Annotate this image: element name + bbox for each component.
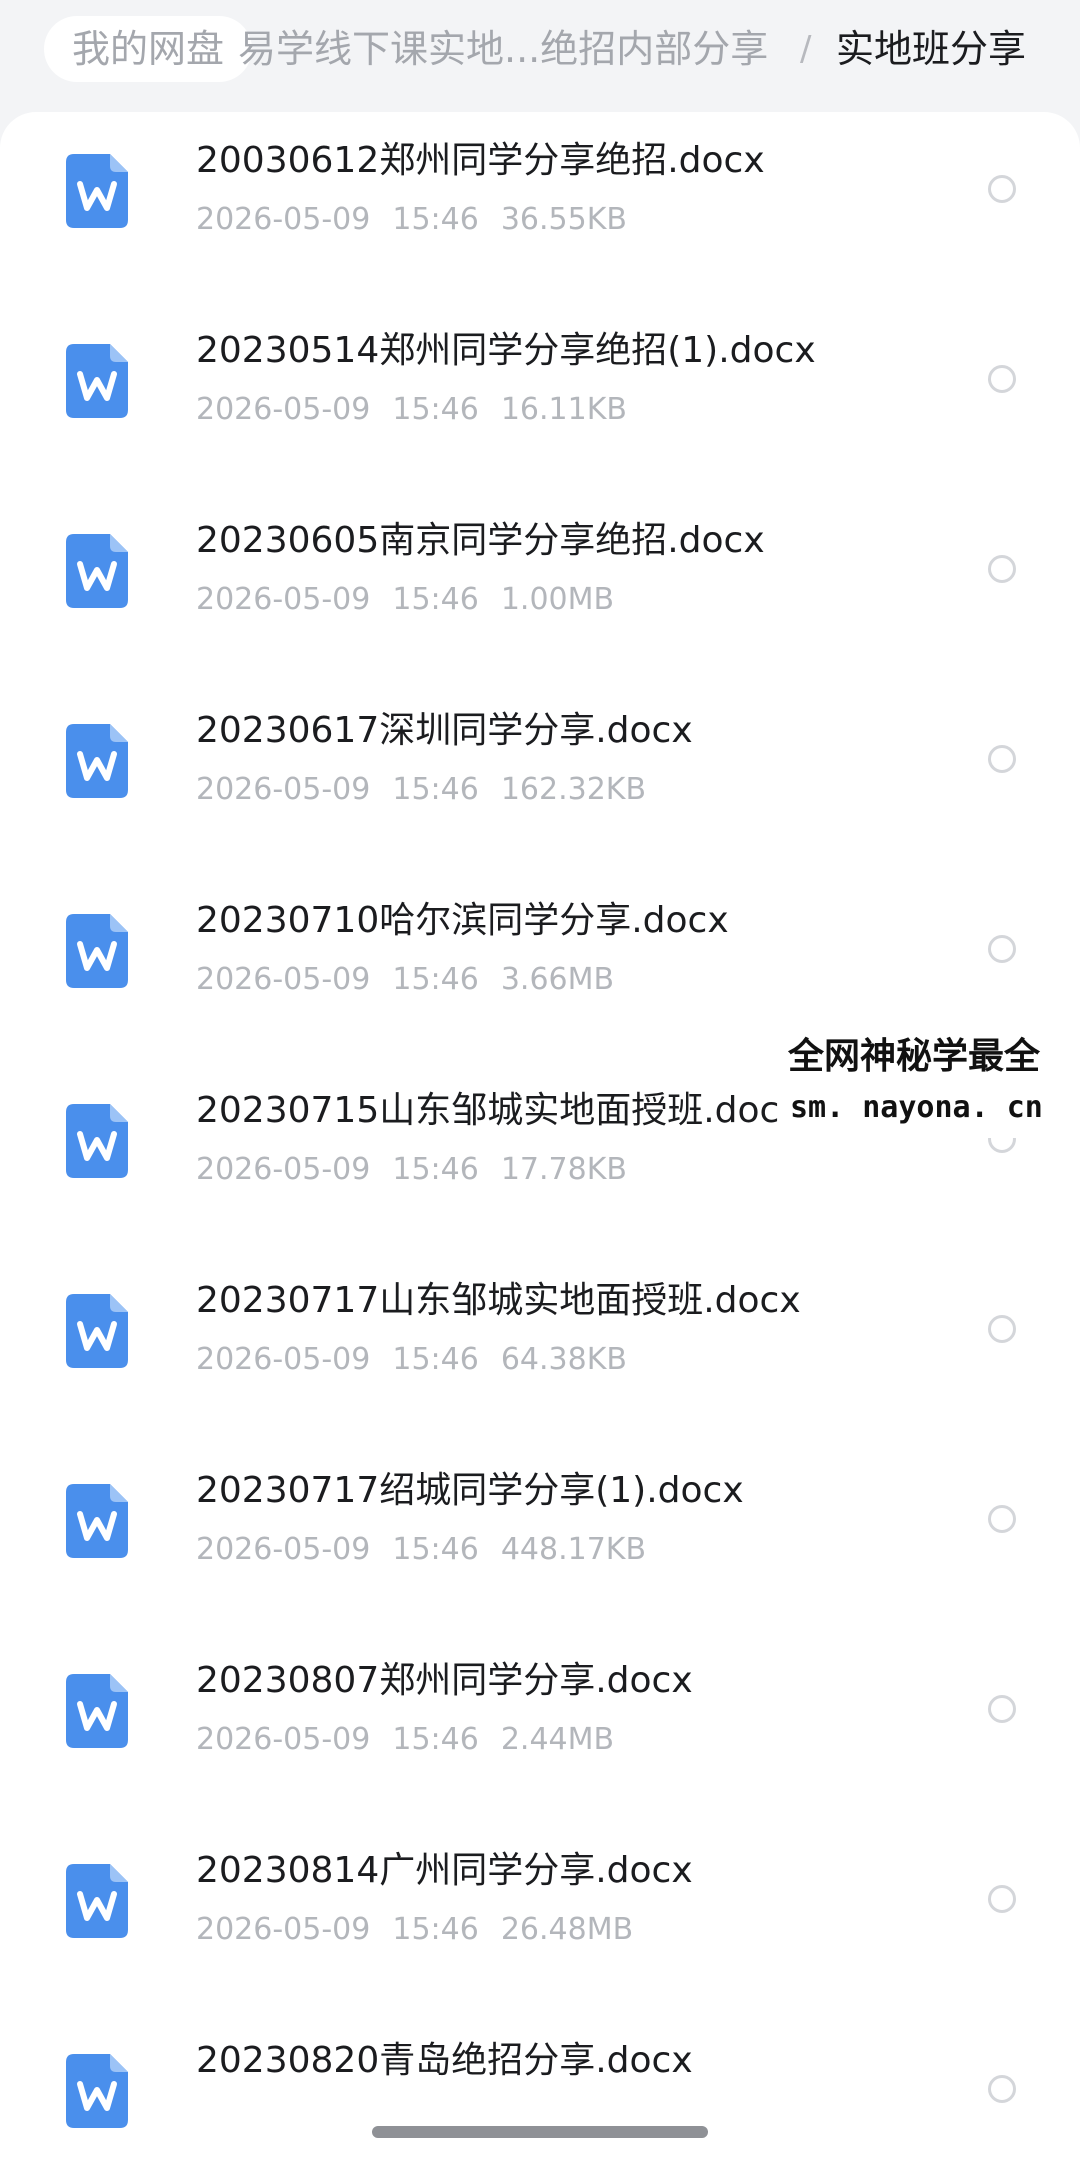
file-date: 2026-05-09: [196, 1532, 371, 1567]
file-time: 15:46: [392, 962, 479, 997]
breadcrumb-separator: /: [800, 29, 812, 69]
select-radio-icon[interactable]: [988, 365, 1016, 393]
word-document-icon: [66, 1294, 128, 1368]
select-radio-icon[interactable]: [988, 745, 1016, 773]
file-size: 17.78KB: [500, 1152, 627, 1187]
file-time: 15:46: [392, 202, 479, 237]
file-name: 20230710哈尔滨同学分享.docx: [196, 900, 729, 941]
file-name: 20230820青岛绝招分享.docx: [196, 2040, 693, 2081]
word-document-icon: [66, 534, 128, 608]
select-radio-icon[interactable]: [988, 2075, 1016, 2103]
select-radio-icon[interactable]: [988, 1885, 1016, 1913]
file-size: 26.48MB: [500, 1912, 634, 1947]
file-list: 20030612郑州同学分享绝招.docx 2026-05-09 15:46 36.5…: [0, 112, 1080, 2170]
file-date: 2026-05-09: [196, 1152, 371, 1187]
file-meta: 2026-05-09 15:46 26.48MB: [196, 1908, 633, 1952]
select-radio-icon[interactable]: [988, 1695, 1016, 1723]
file-time: 15:46: [392, 1152, 479, 1187]
file-date: 2026-05-09: [196, 1912, 371, 1947]
file-name: 20230717山东邹城实地面授班.docx: [196, 1280, 801, 1321]
file-size: 162.32KB: [500, 772, 647, 807]
top-bar: 我的网盘 易学线下课实地...绝招内部分享 / 实地班分享: [0, 0, 1080, 110]
file-row[interactable]: 20230820青岛绝招分享.docx: [0, 2012, 1080, 2170]
word-document-icon: [66, 1484, 128, 1558]
select-radio-icon[interactable]: [988, 555, 1016, 583]
file-meta: 2026-05-09 15:46 36.55KB: [196, 198, 627, 242]
file-name: 20230807郑州同学分享.docx: [196, 1660, 693, 1701]
file-size: 1.00MB: [500, 582, 615, 617]
file-name: 20230617深圳同学分享.docx: [196, 710, 693, 751]
word-document-icon: [66, 1104, 128, 1178]
breadcrumb-home[interactable]: 我的网盘: [44, 16, 253, 82]
file-time: 15:46: [392, 1532, 479, 1567]
file-size: 16.11KB: [500, 392, 627, 427]
home-indicator[interactable]: [372, 2126, 708, 2138]
file-meta: 2026-05-09 15:46 64.38KB: [196, 1338, 627, 1382]
file-row[interactable]: 20030612郑州同学分享绝招.docx 2026-05-09 15:46 36.5…: [0, 112, 1080, 302]
file-name: 20030612郑州同学分享绝招.docx: [196, 140, 765, 181]
file-time: 15:46: [392, 392, 479, 427]
file-date: 2026-05-09: [196, 1722, 371, 1757]
file-time: 15:46: [392, 1722, 479, 1757]
watermark-title: 全网神秘学最全: [788, 1036, 1041, 1077]
file-row[interactable]: 20230717绍城同学分享(1).docx 2026-05-09 15:46 448…: [0, 1442, 1080, 1632]
file-name: 20230814广州同学分享.docx: [196, 1850, 693, 1891]
file-meta: 2026-05-09 15:46 448.17KB: [196, 1528, 646, 1572]
select-radio-icon[interactable]: [988, 1505, 1016, 1533]
word-document-icon: [66, 1674, 128, 1748]
file-time: 15:46: [392, 772, 479, 807]
file-name: 20230514郑州同学分享绝招(1).docx: [196, 330, 816, 371]
word-document-icon: [66, 914, 128, 988]
file-name: 20230605南京同学分享绝招.docx: [196, 520, 765, 561]
watermark: 全网神秘学最全 sm. nayona. cn: [780, 1030, 1080, 1138]
file-row[interactable]: 20230717山东邹城实地面授班.docx 2026-05-09 15:46 64.…: [0, 1252, 1080, 1442]
file-meta: 2026-05-09 15:46 162.32KB: [196, 768, 646, 812]
select-radio-icon[interactable]: [988, 935, 1016, 963]
word-document-icon: [66, 2054, 128, 2128]
select-radio-icon[interactable]: [988, 1315, 1016, 1343]
file-date: 2026-05-09: [196, 962, 371, 997]
file-date: 2026-05-09: [196, 202, 371, 237]
breadcrumb-path[interactable]: 易学线下课实地...绝招内部分享: [238, 16, 778, 82]
watermark-url: sm. nayona. cn: [790, 1090, 1043, 1125]
file-date: 2026-05-09: [196, 392, 371, 427]
breadcrumb-current-folder: 实地班分享: [836, 27, 1027, 71]
file-time: 15:46: [392, 582, 479, 617]
file-size: 36.55KB: [500, 202, 627, 237]
file-size: 64.38KB: [500, 1342, 627, 1377]
file-row[interactable]: 20230514郑州同学分享绝招(1).docx 2026-05-09 15:46 1…: [0, 302, 1080, 492]
file-meta: 2026-05-09 15:46 17.78KB: [196, 1148, 627, 1192]
file-row[interactable]: 20230605南京同学分享绝招.docx 2026-05-09 15:46 1.00…: [0, 492, 1080, 682]
file-date: 2026-05-09: [196, 1342, 371, 1377]
file-date: 2026-05-09: [196, 582, 371, 617]
word-document-icon: [66, 154, 128, 228]
word-document-icon: [66, 724, 128, 798]
file-size: 448.17KB: [500, 1532, 647, 1567]
file-row[interactable]: 20230807郑州同学分享.docx 2026-05-09 15:46 2.44MB: [0, 1632, 1080, 1822]
select-radio-icon[interactable]: [988, 175, 1016, 203]
file-meta: 2026-05-09 15:46 16.11KB: [196, 388, 627, 432]
file-date: 2026-05-09: [196, 772, 371, 807]
file-row[interactable]: 20230617深圳同学分享.docx 2026-05-09 15:46 162.32…: [0, 682, 1080, 872]
word-document-icon: [66, 1864, 128, 1938]
file-size: 2.44MB: [500, 1722, 615, 1757]
file-meta: 2026-05-09 15:46 1.00MB: [196, 578, 614, 622]
file-meta: 2026-05-09 15:46 3.66MB: [196, 958, 614, 1002]
file-row[interactable]: 20230814广州同学分享.docx 2026-05-09 15:46 26.48M…: [0, 1822, 1080, 2012]
word-document-icon: [66, 344, 128, 418]
file-time: 15:46: [392, 1912, 479, 1947]
file-meta: 2026-05-09 15:46 2.44MB: [196, 1718, 614, 1762]
file-size: 3.66MB: [500, 962, 615, 997]
file-name: 20230717绍城同学分享(1).docx: [196, 1470, 744, 1511]
file-time: 15:46: [392, 1342, 479, 1377]
